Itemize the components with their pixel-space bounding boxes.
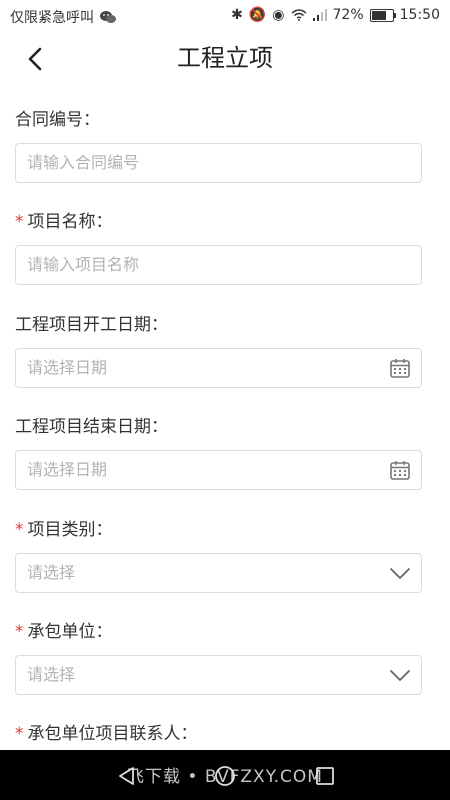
- field-label: * 项目名称：: [15, 212, 113, 232]
- end-date-picker[interactable]: 请选择日期: [15, 450, 422, 490]
- page-title: 工程立项: [177, 44, 273, 72]
- required-mark: *: [15, 520, 24, 540]
- carrier-text: 仅限紧急呼叫: [10, 10, 94, 26]
- field-label: * 承包单位项目联系人：: [15, 724, 198, 744]
- status-bar: 仅限紧急呼叫 ✱ 🔕 ◉ 72% 15:50: [0, 0, 450, 32]
- project-category-select[interactable]: 请选择: [15, 553, 422, 593]
- project-name-input[interactable]: 请输入项目名称: [15, 245, 422, 285]
- battery-percent: 72%: [332, 7, 364, 23]
- input-placeholder: 请输入合同编号: [27, 153, 140, 172]
- status-right: ✱ 🔕 ◉ 72% 15:50: [231, 7, 440, 23]
- bluetooth-icon: ✱: [231, 7, 243, 23]
- required-mark: *: [15, 622, 24, 642]
- battery-icon: [369, 8, 396, 22]
- required-mark: *: [15, 724, 24, 744]
- clock: 15:50: [399, 7, 440, 23]
- calendar-icon[interactable]: [389, 357, 411, 379]
- field-label: * 承包单位：: [15, 622, 113, 642]
- field-label: * 项目类别：: [15, 520, 113, 540]
- chevron-down-icon[interactable]: [389, 664, 411, 686]
- navigation-bar: 工程立项: [0, 32, 450, 84]
- input-placeholder: 请选择日期: [27, 358, 108, 377]
- field-label: 工程项目结束日期：: [15, 417, 168, 437]
- contractor-field: * 承包单位： 请选择: [15, 620, 422, 695]
- contract-number-field: 合同编号： 请输入合同编号: [15, 108, 422, 183]
- battery-fill: [371, 10, 386, 20]
- calendar-icon[interactable]: [389, 459, 411, 481]
- mute-icon: 🔕: [248, 7, 267, 23]
- signal-icon: [312, 9, 327, 21]
- input-placeholder: 请选择日期: [27, 460, 108, 479]
- start-date-field: 工程项目开工日期： 请选择日期: [15, 313, 422, 388]
- input-placeholder: 请输入项目名称: [27, 255, 140, 274]
- project-category-field: * 项目类别： 请选择: [15, 518, 422, 593]
- select-placeholder: 请选择: [27, 563, 76, 582]
- contractor-select[interactable]: 请选择: [15, 655, 422, 695]
- contractor-contact-field: * 承包单位项目联系人：: [15, 722, 422, 746]
- end-date-field: 工程项目结束日期： 请选择日期: [15, 415, 422, 490]
- watermark: 飞下载 • BVFZXY.COM: [127, 767, 323, 787]
- chevron-down-icon[interactable]: [389, 562, 411, 584]
- field-label: 合同编号：: [15, 110, 100, 130]
- project-name-field: * 项目名称： 请输入项目名称: [15, 210, 422, 285]
- required-mark: *: [15, 212, 24, 232]
- start-date-picker[interactable]: 请选择日期: [15, 348, 422, 388]
- system-navigation-bar: 飞下载 • BVFZXY.COM: [0, 750, 450, 800]
- wifi-icon: [291, 9, 307, 21]
- eye-icon: ◉: [272, 7, 285, 23]
- status-left: 仅限紧急呼叫: [10, 7, 116, 27]
- field-label: 工程项目开工日期：: [15, 315, 168, 335]
- contract-number-input[interactable]: 请输入合同编号: [15, 143, 422, 183]
- wechat-icon: [100, 11, 116, 23]
- select-placeholder: 请选择: [27, 665, 76, 684]
